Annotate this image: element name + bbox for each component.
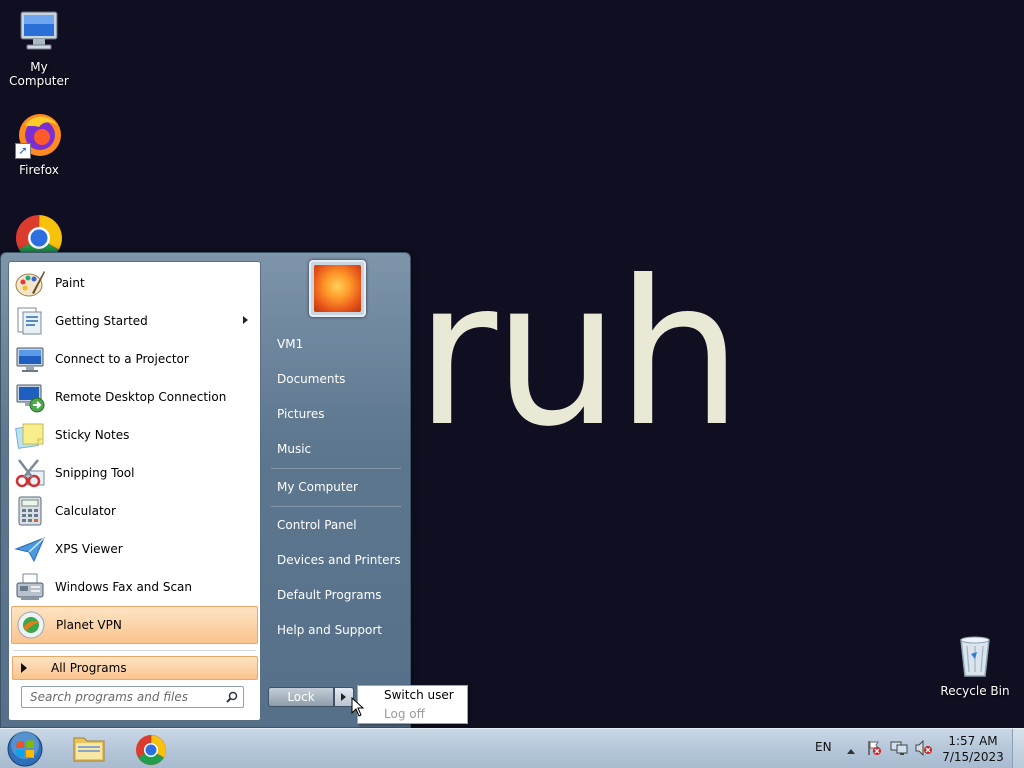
show-desktop-button[interactable]: [1012, 729, 1024, 768]
divider: [13, 650, 256, 651]
taskbar-chrome[interactable]: [127, 731, 175, 767]
start-menu-places-pane: VM1 Documents Pictures Music My Computer…: [263, 253, 411, 729]
sticky-notes-icon: [14, 419, 46, 451]
program-label: Paint: [55, 276, 85, 290]
program-label: Connect to a Projector: [55, 352, 189, 366]
place-label: Music: [277, 442, 312, 456]
network-icon[interactable]: [890, 740, 908, 759]
remote-desktop-icon: [14, 381, 46, 413]
program-remote-desktop[interactable]: Remote Desktop Connection: [11, 378, 258, 416]
program-label: Windows Fax and Scan: [55, 580, 193, 594]
place-label: VM1: [277, 337, 304, 351]
submenu-arrow-icon: [243, 316, 248, 324]
wallpaper-text: ruh: [415, 238, 743, 471]
search-placeholder: Search programs and files: [30, 690, 188, 704]
program-snipping-tool[interactable]: Snipping Tool: [11, 454, 258, 492]
taskbar-explorer[interactable]: [65, 731, 113, 767]
search-icon[interactable]: [226, 691, 238, 703]
language-indicator[interactable]: EN: [815, 740, 832, 754]
program-getting-started[interactable]: Getting Started: [11, 302, 258, 340]
triangle-right-icon: [341, 693, 346, 701]
xps-viewer-icon: [14, 533, 46, 565]
projector-icon: [14, 343, 46, 375]
recycle-bin-icon: [951, 632, 999, 680]
calculator-icon: [14, 495, 46, 527]
all-programs-label: All Programs: [51, 661, 127, 675]
desktop-icon-label: Recycle Bin: [940, 684, 1010, 698]
program-label: Calculator: [55, 504, 116, 518]
start-menu-programs-pane: Paint Getting Started Connect to a Proje…: [8, 261, 261, 721]
desktop-icon-my-computer[interactable]: My Computer: [0, 8, 79, 88]
place-user-folder[interactable]: VM1: [269, 330, 403, 358]
desktop-icon-recycle-bin[interactable]: Recycle Bin: [935, 632, 1015, 698]
place-label: Pictures: [277, 407, 325, 421]
shutdown-options-menu: Switch user Log off: [357, 685, 468, 724]
program-sticky-notes[interactable]: Sticky Notes: [11, 416, 258, 454]
program-label: Sticky Notes: [55, 428, 130, 442]
computer-icon: [15, 8, 63, 56]
triangle-right-icon: [21, 663, 27, 673]
desktop-icon-label: Firefox: [19, 163, 59, 177]
chrome-icon: [15, 214, 63, 252]
mouse-cursor-icon: [351, 696, 365, 717]
program-fax-scan[interactable]: Windows Fax and Scan: [11, 568, 258, 606]
all-programs-button[interactable]: All Programs: [12, 656, 258, 680]
program-xps-viewer[interactable]: XPS Viewer: [11, 530, 258, 568]
desktop-icon-label: My Computer: [9, 60, 69, 88]
program-label: Planet VPN: [56, 618, 122, 632]
flower-image: [314, 265, 361, 312]
chrome-icon: [136, 735, 166, 765]
place-label: My Computer: [277, 480, 358, 494]
program-label: Snipping Tool: [55, 466, 135, 480]
clock[interactable]: 1:57 AM 7/15/2023: [940, 733, 1006, 765]
show-hidden-icons-button[interactable]: [846, 744, 856, 758]
start-menu: Paint Getting Started Connect to a Proje…: [0, 252, 411, 728]
menu-item-switch-user[interactable]: Switch user: [358, 686, 467, 705]
program-label: XPS Viewer: [55, 542, 123, 556]
menu-item-log-off[interactable]: Log off: [358, 705, 467, 724]
divider: [271, 506, 401, 507]
program-label: Remote Desktop Connection: [55, 390, 227, 404]
desktop-icon-chrome[interactable]: [0, 214, 79, 252]
volume-muted-icon[interactable]: [915, 739, 933, 759]
program-label: Getting Started: [55, 314, 148, 328]
clock-time: 1:57 AM: [948, 734, 998, 748]
program-calculator[interactable]: Calculator: [11, 492, 258, 530]
user-picture[interactable]: [309, 260, 366, 317]
place-music[interactable]: Music: [269, 435, 403, 463]
planet-vpn-icon: [15, 609, 47, 641]
firefox-icon: ➚: [15, 111, 63, 159]
place-devices-printers[interactable]: Devices and Printers: [269, 546, 403, 574]
scissors-icon: [14, 457, 46, 489]
lock-button[interactable]: Lock: [268, 687, 334, 707]
program-planet-vpn[interactable]: Planet VPN: [11, 606, 258, 644]
folder-icon: [73, 737, 105, 762]
getting-started-icon: [14, 305, 46, 337]
place-label: Documents: [277, 372, 346, 386]
place-label: Help and Support: [277, 623, 382, 637]
clock-date: 7/15/2023: [942, 750, 1004, 764]
place-label: Control Panel: [277, 518, 357, 532]
paint-icon: [14, 267, 46, 299]
start-button[interactable]: [5, 730, 45, 768]
action-center-flag-icon[interactable]: [866, 740, 882, 759]
taskbar: EN 1:57 AM 7/15/2023: [0, 728, 1024, 768]
pinned-programs-list: Paint Getting Started Connect to a Proje…: [11, 264, 258, 644]
search-input[interactable]: Search programs and files: [21, 686, 244, 708]
shortcut-arrow-icon: ➚: [15, 143, 31, 159]
place-control-panel[interactable]: Control Panel: [269, 511, 403, 539]
place-pictures[interactable]: Pictures: [269, 400, 403, 428]
program-connect-projector[interactable]: Connect to a Projector: [11, 340, 258, 378]
divider: [271, 468, 401, 469]
program-paint[interactable]: Paint: [11, 264, 258, 302]
place-label: Default Programs: [277, 588, 382, 602]
place-documents[interactable]: Documents: [269, 365, 403, 393]
fax-icon: [14, 571, 46, 603]
place-default-programs[interactable]: Default Programs: [269, 581, 403, 609]
place-help-support[interactable]: Help and Support: [269, 616, 403, 644]
place-my-computer[interactable]: My Computer: [269, 473, 403, 501]
place-label: Devices and Printers: [277, 553, 401, 567]
desktop-icon-firefox[interactable]: ➚ Firefox: [0, 111, 79, 177]
